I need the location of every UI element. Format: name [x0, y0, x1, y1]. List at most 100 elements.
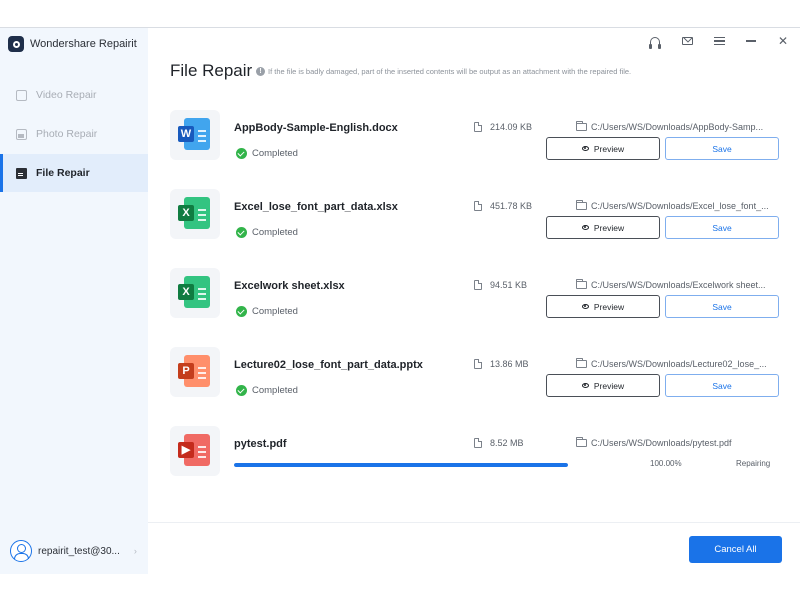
file-size: 94.51 KB	[474, 280, 527, 290]
video-icon	[16, 89, 27, 101]
account-email: repairit_test@30...	[38, 545, 120, 557]
file-size: 8.52 MB	[474, 438, 524, 448]
footer: Cancel All	[148, 522, 800, 574]
menu-button[interactable]	[712, 34, 726, 48]
file-path: C:/Users/WS/Downloads/AppBody-Samp...	[576, 121, 764, 132]
save-button[interactable]: Save	[665, 137, 779, 160]
app-window: Wondershare Repairit Video Repair Photo …	[0, 27, 800, 574]
file-status: Completed	[236, 385, 298, 396]
preview-button[interactable]: Preview	[546, 295, 660, 318]
page-hint: If the file is badly damaged, part of th…	[268, 67, 632, 76]
page-title: File Repair	[170, 61, 253, 80]
mail-icon	[681, 37, 693, 45]
sidebar-item-video-repair[interactable]: Video Repair	[0, 76, 148, 114]
file-size: 214.09 KB	[474, 122, 532, 132]
powerpoint-file-icon: P	[170, 347, 220, 397]
file-size-text: 8.52 MB	[490, 438, 524, 448]
save-button[interactable]: Save	[665, 216, 779, 239]
eye-icon	[581, 146, 589, 151]
file-name: pytest.pdf	[234, 438, 287, 450]
preview-label: Preview	[593, 143, 625, 154]
file-path: C:/Users/WS/Downloads/Excelwork sheet...	[576, 279, 766, 290]
cancel-all-button[interactable]: Cancel All	[689, 536, 782, 563]
document-icon	[474, 280, 482, 290]
document-icon	[474, 359, 482, 369]
file-name: Excelwork sheet.xlsx	[234, 280, 345, 292]
close-button[interactable]: ✕	[776, 34, 790, 48]
preview-label: Preview	[593, 380, 625, 391]
folder-icon	[576, 200, 587, 210]
sidebar-item-label: File Repair	[36, 167, 90, 179]
file-size: 13.86 MB	[474, 359, 529, 369]
app-name: Wondershare Repairit	[30, 38, 137, 50]
file-status: Repairing	[736, 459, 771, 468]
file-size: 451.78 KB	[474, 201, 532, 211]
preview-button[interactable]: Preview	[546, 374, 660, 397]
folder-icon	[576, 358, 587, 368]
sidebar-item-photo-repair[interactable]: Photo Repair	[0, 115, 148, 153]
check-circle-icon	[236, 148, 247, 159]
file-size-text: 94.51 KB	[490, 280, 528, 290]
save-label: Save	[712, 380, 732, 391]
folder-icon	[576, 437, 587, 447]
window-controls: ✕	[648, 34, 790, 49]
file-name: Excel_lose_font_part_data.xlsx	[234, 201, 398, 213]
repair-progress-fill	[234, 463, 568, 467]
file-path: C:/Users/WS/Downloads/Lecture02_lose_...	[576, 358, 767, 369]
save-label: Save	[712, 143, 732, 154]
file-status: Completed	[236, 148, 298, 159]
info-icon: !	[256, 67, 265, 76]
sidebar: Wondershare Repairit Video Repair Photo …	[0, 28, 148, 574]
file-path-text: C:/Users/WS/Downloads/Excelwork sheet...	[591, 280, 766, 290]
file-row: P Lecture02_lose_font_part_data.pptx Com…	[170, 347, 786, 419]
pdf-file-icon: ▶	[170, 426, 220, 476]
menu-icon	[713, 37, 725, 45]
file-status: Completed	[236, 227, 298, 238]
file-path-text: C:/Users/WS/Downloads/Lecture02_lose_...	[591, 359, 767, 369]
sidebar-item-label: Photo Repair	[36, 128, 98, 140]
status-text: Completed	[252, 148, 298, 159]
excel-file-icon: X	[170, 189, 220, 239]
sidebar-item-file-repair[interactable]: File Repair	[0, 154, 148, 192]
file-row: X Excel_lose_font_part_data.xlsx Complet…	[170, 189, 786, 261]
user-avatar-icon	[10, 540, 32, 562]
eye-icon	[581, 225, 589, 230]
file-row: X Excelwork sheet.xlsx Completed 94.51 K…	[170, 268, 786, 340]
check-circle-icon	[236, 227, 247, 238]
file-size-text: 451.78 KB	[490, 201, 533, 211]
preview-label: Preview	[593, 222, 625, 233]
file-name: AppBody-Sample-English.docx	[234, 122, 398, 134]
file-row: W AppBody-Sample-English.docx Completed …	[170, 110, 786, 182]
support-button[interactable]	[648, 34, 662, 49]
save-button[interactable]: Save	[665, 295, 779, 318]
repairit-logo-icon	[8, 36, 24, 52]
preview-button[interactable]: Preview	[546, 137, 660, 160]
file-path: C:/Users/WS/Downloads/pytest.pdf	[576, 437, 732, 448]
minimize-icon	[746, 40, 756, 42]
feedback-button[interactable]	[680, 34, 694, 48]
document-icon	[474, 438, 482, 448]
preview-button[interactable]: Preview	[546, 216, 660, 239]
save-label: Save	[712, 301, 732, 312]
word-file-icon: W	[170, 110, 220, 160]
brand: Wondershare Repairit	[8, 36, 137, 52]
save-button[interactable]: Save	[665, 374, 779, 397]
preview-label: Preview	[593, 301, 625, 312]
status-text: Completed	[252, 227, 298, 238]
headset-icon	[649, 36, 661, 49]
account-menu[interactable]: repairit_test@30... ›	[10, 538, 137, 564]
minimize-button[interactable]	[744, 34, 758, 48]
eye-icon	[581, 383, 589, 388]
file-name: Lecture02_lose_font_part_data.pptx	[234, 359, 423, 371]
file-size-text: 214.09 KB	[490, 122, 533, 132]
close-icon: ✕	[777, 34, 789, 48]
file-path-text: C:/Users/WS/Downloads/AppBody-Samp...	[591, 122, 764, 132]
file-path-text: C:/Users/WS/Downloads/Excel_lose_font_..…	[591, 201, 769, 211]
photo-icon	[16, 128, 27, 140]
file-status: Completed	[236, 306, 298, 317]
status-text: Completed	[252, 306, 298, 317]
document-icon	[474, 122, 482, 132]
excel-file-icon: X	[170, 268, 220, 318]
file-icon	[16, 167, 27, 179]
chevron-right-icon: ›	[133, 546, 137, 556]
